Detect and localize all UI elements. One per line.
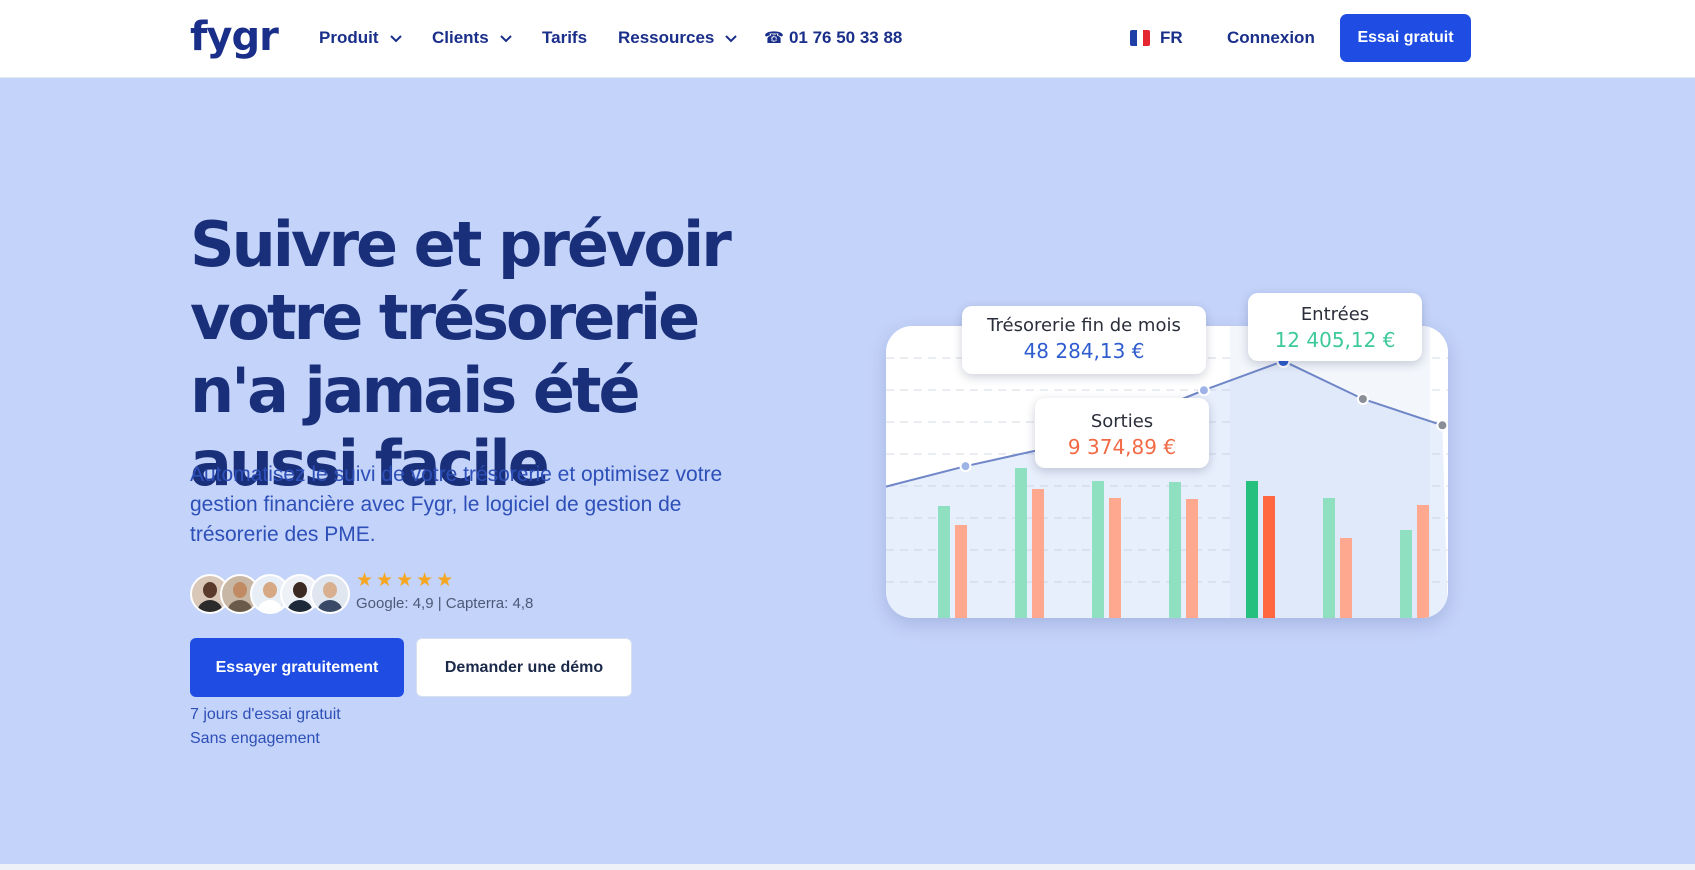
nav-clients[interactable]: Clients: [432, 25, 513, 51]
chevron-down-icon: [499, 35, 512, 43]
tooltip-label: Entrées: [1300, 304, 1370, 325]
customer-avatars: [190, 574, 350, 614]
outflow-bar: [1186, 499, 1198, 618]
top-navigation: fygr Produit Clients Tarifs Ressources ☎…: [0, 0, 1695, 78]
request-demo-button[interactable]: Demander une démo: [416, 638, 632, 697]
star-icon: ★: [376, 570, 394, 591]
tooltip-end-of-month-balance: Trésorerie fin de mois 48 284,13 €: [962, 306, 1206, 374]
nav-produit-label: Produit: [319, 28, 379, 47]
nav-phone[interactable]: ☎ 01 76 50 33 88: [764, 25, 902, 51]
balance-point: [1197, 384, 1210, 397]
france-flag-icon: [1130, 30, 1150, 46]
inflow-bar: [1400, 530, 1412, 618]
star-icon: ★: [396, 570, 414, 591]
outflow-bar: [1032, 489, 1044, 618]
nav-tarifs[interactable]: Tarifs: [542, 25, 587, 51]
nav-clients-label: Clients: [432, 28, 489, 47]
outflow-bar: [1417, 505, 1429, 618]
try-free-button[interactable]: Essayer gratuitement: [190, 638, 404, 697]
nav-ressources-label: Ressources: [618, 28, 715, 47]
free-trial-button[interactable]: Essai gratuit: [1340, 14, 1471, 62]
rating-stars: ★ ★ ★ ★ ★: [356, 571, 453, 591]
language-selector[interactable]: FR: [1130, 25, 1183, 51]
trial-note: 7 jours d'essai gratuit: [190, 706, 341, 723]
hero-subtitle: Automatisez le suivi de votre trésorerie…: [190, 463, 723, 546]
nav-ressources[interactable]: Ressources: [618, 25, 738, 51]
inflow-bar: [1169, 482, 1181, 618]
nav-produit[interactable]: Produit: [319, 25, 403, 51]
avatar: [310, 574, 350, 614]
no-commitment-note: Sans engagement: [190, 730, 320, 747]
chevron-down-icon: [389, 35, 402, 43]
tooltip-label: Sorties: [1090, 411, 1154, 432]
inflow-bar: [1246, 481, 1258, 618]
outflow-bar: [1340, 538, 1352, 618]
fygr-logo[interactable]: fygr: [190, 13, 279, 61]
ratings-text: Google: 4,9 | Capterra: 4,8: [356, 595, 534, 612]
inflow-bar: [1015, 468, 1027, 618]
inflow-bar: [1092, 481, 1104, 618]
outflow-bar: [1263, 496, 1275, 618]
tooltip-value: 12 405,12 €: [1274, 328, 1396, 352]
nav-tarifs-label: Tarifs: [542, 28, 588, 47]
phone-icon: ☎: [764, 30, 784, 47]
login-link[interactable]: Connexion: [1227, 25, 1315, 51]
balance-point: [1436, 419, 1448, 432]
outflow-bar: [955, 525, 967, 618]
tooltip-value: 9 374,89 €: [1067, 435, 1177, 459]
language-label: FR: [1160, 28, 1183, 47]
tooltip-outflows: Sorties 9 374,89 €: [1035, 398, 1209, 468]
outflow-bar: [1109, 498, 1121, 618]
tooltip-inflows: Entrées 12 405,12 €: [1248, 293, 1422, 361]
balance-point: [959, 460, 972, 473]
hero-headline: Suivre et prévoir votre trésorerie n'a j…: [190, 208, 732, 500]
phone-number: 01 76 50 33 88: [788, 28, 903, 47]
inflow-bar: [1323, 498, 1335, 618]
tooltip-value: 48 284,13 €: [1023, 339, 1145, 363]
star-icon: ★: [416, 570, 434, 591]
balance-point: [1356, 393, 1369, 405]
star-icon: ★: [356, 570, 374, 591]
page-divider: [0, 864, 1695, 870]
chevron-down-icon: [725, 35, 738, 43]
tooltip-label: Trésorerie fin de mois: [987, 315, 1181, 336]
inflow-bar: [938, 506, 950, 618]
star-icon: ★: [436, 570, 454, 591]
